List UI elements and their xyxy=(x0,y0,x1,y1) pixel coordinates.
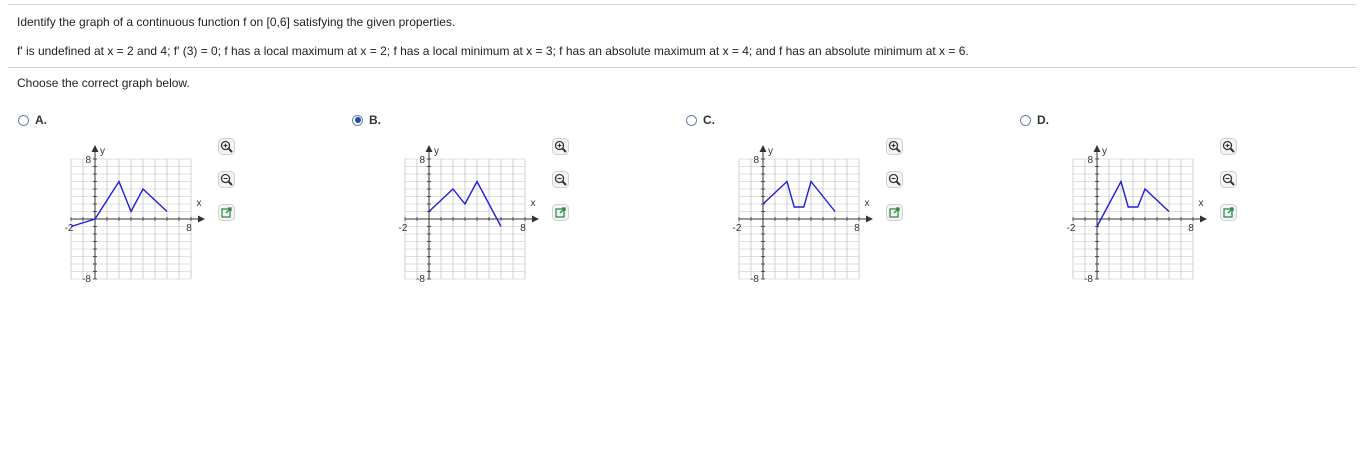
y-axis-label: y xyxy=(100,146,105,157)
choice-c-label: C. xyxy=(703,113,715,127)
choice-b-label: B. xyxy=(369,113,381,127)
y-min-tick-label: -8 xyxy=(1084,274,1093,285)
choice-b-radio[interactable] xyxy=(352,114,363,126)
popout-icon[interactable] xyxy=(1220,204,1237,221)
x-axis-label: x xyxy=(1199,198,1204,209)
x-min-tick-label: -2 xyxy=(1067,223,1076,234)
x-min-tick-label: -2 xyxy=(399,223,408,234)
question-prompt: Identify the graph of a continuous funct… xyxy=(17,15,456,29)
choice-c: C. y x 8 -8 -2 8 xyxy=(686,113,926,293)
x-max-tick-label: 8 xyxy=(854,223,860,234)
choice-a-graph: y x 8 -8 -2 8 xyxy=(65,145,205,285)
x-min-tick-label: -2 xyxy=(733,223,742,234)
zoom-in-icon[interactable] xyxy=(1220,138,1237,155)
x-axis-label: x xyxy=(531,198,536,209)
x-max-tick-label: 8 xyxy=(186,223,192,234)
zoom-in-icon[interactable] xyxy=(218,138,235,155)
choice-c-graph: y x 8 -8 -2 8 xyxy=(733,145,873,285)
choice-a-option[interactable]: A. xyxy=(18,113,47,127)
zoom-out-icon[interactable] xyxy=(552,171,569,188)
question-properties: f' is undefined at x = 2 and 4; f' (3) =… xyxy=(17,44,969,58)
y-max-tick-label: 8 xyxy=(85,155,91,166)
x-axis-label: x xyxy=(865,198,870,209)
y-min-tick-label: -8 xyxy=(82,274,91,285)
choice-a-label: A. xyxy=(35,113,47,127)
top-border xyxy=(8,4,1356,5)
y-max-tick-label: 8 xyxy=(1087,155,1093,166)
choice-d-graph: y x 8 -8 -2 8 xyxy=(1067,145,1207,285)
x-min-tick-label: -2 xyxy=(65,223,74,234)
choice-a-radio[interactable] xyxy=(18,114,29,126)
y-axis-arrow xyxy=(91,145,99,152)
y-axis-arrow xyxy=(759,145,767,152)
choice-b-option[interactable]: B. xyxy=(352,113,381,127)
y-min-tick-label: -8 xyxy=(416,274,425,285)
y-axis-label: y xyxy=(768,146,773,157)
choice-b-graph: y x 8 -8 -2 8 xyxy=(399,145,539,285)
question-divider xyxy=(8,67,1356,68)
x-axis-arrow xyxy=(1200,215,1207,223)
zoom-out-icon[interactable] xyxy=(1220,171,1237,188)
x-max-tick-label: 8 xyxy=(520,223,526,234)
x-axis-arrow xyxy=(532,215,539,223)
choice-c-radio[interactable] xyxy=(686,114,697,126)
choice-d: D. y x 8 -8 -2 8 xyxy=(1020,113,1260,293)
y-max-tick-label: 8 xyxy=(419,155,425,166)
y-max-tick-label: 8 xyxy=(753,155,759,166)
choice-a: A. y x 8 -8 -2 8 xyxy=(18,113,258,293)
zoom-out-icon[interactable] xyxy=(218,171,235,188)
x-axis-arrow xyxy=(866,215,873,223)
zoom-in-icon[interactable] xyxy=(552,138,569,155)
y-min-tick-label: -8 xyxy=(750,274,759,285)
choice-d-label: D. xyxy=(1037,113,1049,127)
y-axis-label: y xyxy=(1102,146,1107,157)
choice-d-option[interactable]: D. xyxy=(1020,113,1049,127)
zoom-out-icon[interactable] xyxy=(886,171,903,188)
choice-c-option[interactable]: C. xyxy=(686,113,715,127)
x-axis-arrow xyxy=(198,215,205,223)
y-axis-arrow xyxy=(425,145,433,152)
popout-icon[interactable] xyxy=(552,204,569,221)
popout-icon[interactable] xyxy=(886,204,903,221)
y-axis-arrow xyxy=(1093,145,1101,152)
x-axis-label: x xyxy=(197,198,202,209)
zoom-in-icon[interactable] xyxy=(886,138,903,155)
choice-d-radio[interactable] xyxy=(1020,114,1031,126)
x-max-tick-label: 8 xyxy=(1188,223,1194,234)
question-instruction: Choose the correct graph below. xyxy=(17,76,190,90)
choice-b: B. y x 8 -8 -2 8 xyxy=(352,113,592,293)
popout-icon[interactable] xyxy=(218,204,235,221)
y-axis-label: y xyxy=(434,146,439,157)
